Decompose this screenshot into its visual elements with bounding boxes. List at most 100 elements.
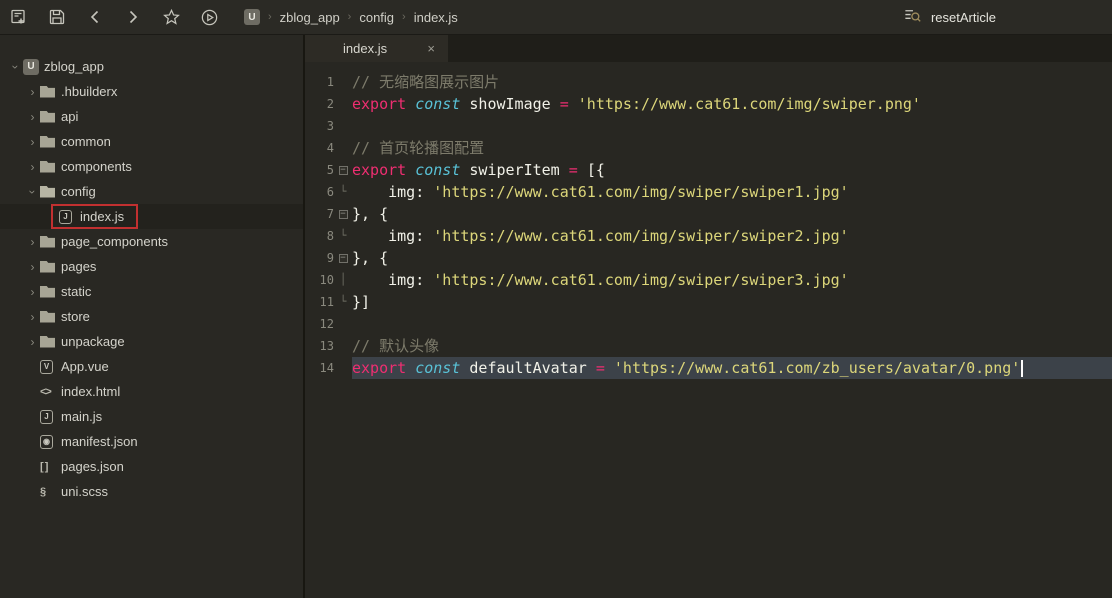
code-line-text[interactable]: // 默认头像	[352, 335, 1112, 357]
code-line-12: 12	[305, 313, 1112, 335]
code-line-13: 13 // 默认头像	[305, 335, 1112, 357]
tree-item-api[interactable]: ›api	[0, 104, 303, 129]
bookmark-button[interactable]	[158, 4, 184, 30]
chevron-right-icon[interactable]: ›	[25, 136, 40, 148]
chevron-right-icon[interactable]: ›	[25, 236, 40, 248]
code-line-text[interactable]: }]	[352, 291, 1112, 313]
folder-icon	[40, 86, 61, 98]
tree-item-components[interactable]: › components	[0, 154, 303, 179]
tree-item-store[interactable]: ›store	[0, 304, 303, 329]
tree-item-label: unpackage	[61, 334, 125, 349]
tree-item-static[interactable]: ›static	[0, 279, 303, 304]
code-line-text[interactable]: img: 'https://www.cat61.com/img/swiper/s…	[352, 269, 1112, 291]
code-line-text[interactable]: export const showImage = 'https://www.ca…	[352, 93, 1112, 115]
breadcrumb-file[interactable]: index.js	[414, 10, 458, 25]
tree-item-App.vue[interactable]: VApp.vue	[0, 354, 303, 379]
tree-item-index.html[interactable]: <>index.html	[0, 379, 303, 404]
tree-item-label: index.js	[80, 209, 124, 224]
tree-item-label: index.html	[61, 384, 120, 399]
tree-item-index.js[interactable]: Jindex.js	[0, 204, 303, 229]
folder-icon	[40, 261, 61, 273]
code-line-text[interactable]: }, {	[352, 247, 1112, 269]
code-editor[interactable]: 1 // 无缩略图展示图片2export const showImage = 'h…	[305, 62, 1112, 598]
chevron-right-icon[interactable]: ›	[25, 286, 40, 298]
fold-marker[interactable]: −	[334, 247, 352, 269]
toolbar: U › zblog_app › config › index.js resetA…	[0, 0, 1112, 35]
main-area: ›Uzblog_app›.hbuilderx›api›common›compon…	[0, 35, 1112, 598]
forward-chevron-icon	[124, 8, 142, 26]
chevron-right-icon[interactable]: ›	[25, 311, 40, 323]
code-line-text[interactable]: img: 'https://www.cat61.com/img/swiper/s…	[352, 181, 1112, 203]
folder-icon	[40, 111, 61, 123]
chevron-down-icon[interactable]: ›	[10, 59, 22, 74]
chevron-right-icon[interactable]: ›	[25, 161, 40, 173]
chevron-right-icon[interactable]: ›	[25, 336, 40, 348]
line-number: 13	[305, 335, 334, 357]
tree-item-page_components[interactable]: ›page_components	[0, 229, 303, 254]
tab-index-js[interactable]: index.js ×	[305, 35, 448, 62]
tree-item-.hbuilderx[interactable]: › .hbuilderx	[0, 79, 303, 104]
code-line-14: 14 export const defaultAvatar = 'https://…	[305, 357, 1112, 379]
code-line-10: 10│ img: 'https://www.cat61.com/img/swip…	[305, 269, 1112, 291]
tree-item-pages.json[interactable]: [ ]pages.json	[0, 454, 303, 479]
new-file-icon	[10, 8, 28, 26]
tree-item-label: common	[61, 134, 111, 149]
line-number: 10	[305, 269, 334, 291]
save-button[interactable]	[44, 4, 70, 30]
tree-item-label: zblog_app	[44, 59, 104, 74]
code-line-text[interactable]	[352, 115, 1112, 137]
breadcrumb-separator: ›	[268, 11, 272, 23]
new-file-button[interactable]	[6, 4, 32, 30]
breadcrumb: U › zblog_app › config › index.js	[244, 9, 458, 25]
chevron-right-icon[interactable]: ›	[25, 86, 40, 98]
json-icon: [ ]	[40, 461, 61, 473]
code-line-text[interactable]: // 无缩略图展示图片	[352, 71, 1112, 93]
code-line-7: 7−}, {	[305, 203, 1112, 225]
code-line-text[interactable]: // 首页轮播图配置	[352, 137, 1112, 159]
code-line-text[interactable]: export const swiperItem = [{	[352, 159, 1112, 181]
back-button[interactable]	[82, 4, 108, 30]
tree-item-manifest.json[interactable]: ◉manifest.json	[0, 429, 303, 454]
indent-guide	[334, 93, 352, 115]
code-line-3: 3	[305, 115, 1112, 137]
chevron-right-icon[interactable]: ›	[25, 261, 40, 273]
code-line-text[interactable]: img: 'https://www.cat61.com/img/swiper/s…	[352, 225, 1112, 247]
line-number: 1	[305, 71, 334, 93]
tree-item-zblog_app[interactable]: ›Uzblog_app	[0, 54, 303, 79]
close-icon[interactable]: ×	[427, 41, 435, 56]
code-line-text[interactable]: export const defaultAvatar = 'https://ww…	[352, 357, 1112, 379]
chevron-right-icon[interactable]: ›	[25, 111, 40, 123]
tree-item-label: .hbuilderx	[61, 84, 117, 99]
tree-item-common[interactable]: › common	[0, 129, 303, 154]
fold-marker[interactable]: −	[334, 203, 352, 225]
fold-marker[interactable]: −	[334, 159, 352, 181]
tree-item-pages[interactable]: ›pages	[0, 254, 303, 279]
code-line-11: 11└}]	[305, 291, 1112, 313]
folder-icon	[40, 311, 61, 323]
folder-open-icon	[40, 186, 61, 198]
line-number: 14	[305, 357, 334, 379]
breadcrumb-folder[interactable]: config	[359, 10, 394, 25]
line-number: 12	[305, 313, 334, 335]
tree-item-main.js[interactable]: Jmain.js	[0, 404, 303, 429]
code-line-text[interactable]: }, {	[352, 203, 1112, 225]
symbol-search[interactable]: resetArticle	[903, 6, 996, 28]
indent-guide: └	[334, 291, 352, 313]
run-button[interactable]	[196, 4, 222, 30]
line-number: 11	[305, 291, 334, 313]
code-line-2: 2export const showImage = 'https://www.c…	[305, 93, 1112, 115]
breadcrumb-separator: ›	[402, 11, 406, 23]
tree-item-config[interactable]: ›config	[0, 179, 303, 204]
manifest-icon: ◉	[40, 435, 61, 449]
folder-icon	[40, 236, 61, 248]
tree-item-label: components	[61, 159, 132, 174]
chevron-down-icon[interactable]: ›	[27, 184, 39, 199]
code-line-text[interactable]	[352, 313, 1112, 335]
scss-icon: §	[40, 486, 61, 498]
forward-button[interactable]	[120, 4, 146, 30]
tree-item-unpackage[interactable]: › unpackage	[0, 329, 303, 354]
project-explorer: ›Uzblog_app›.hbuilderx›api›common›compon…	[0, 35, 305, 598]
breadcrumb-project[interactable]: zblog_app	[280, 10, 340, 25]
tree-item-uni.scss[interactable]: §uni.scss	[0, 479, 303, 504]
project-logo-icon: U	[244, 9, 260, 25]
